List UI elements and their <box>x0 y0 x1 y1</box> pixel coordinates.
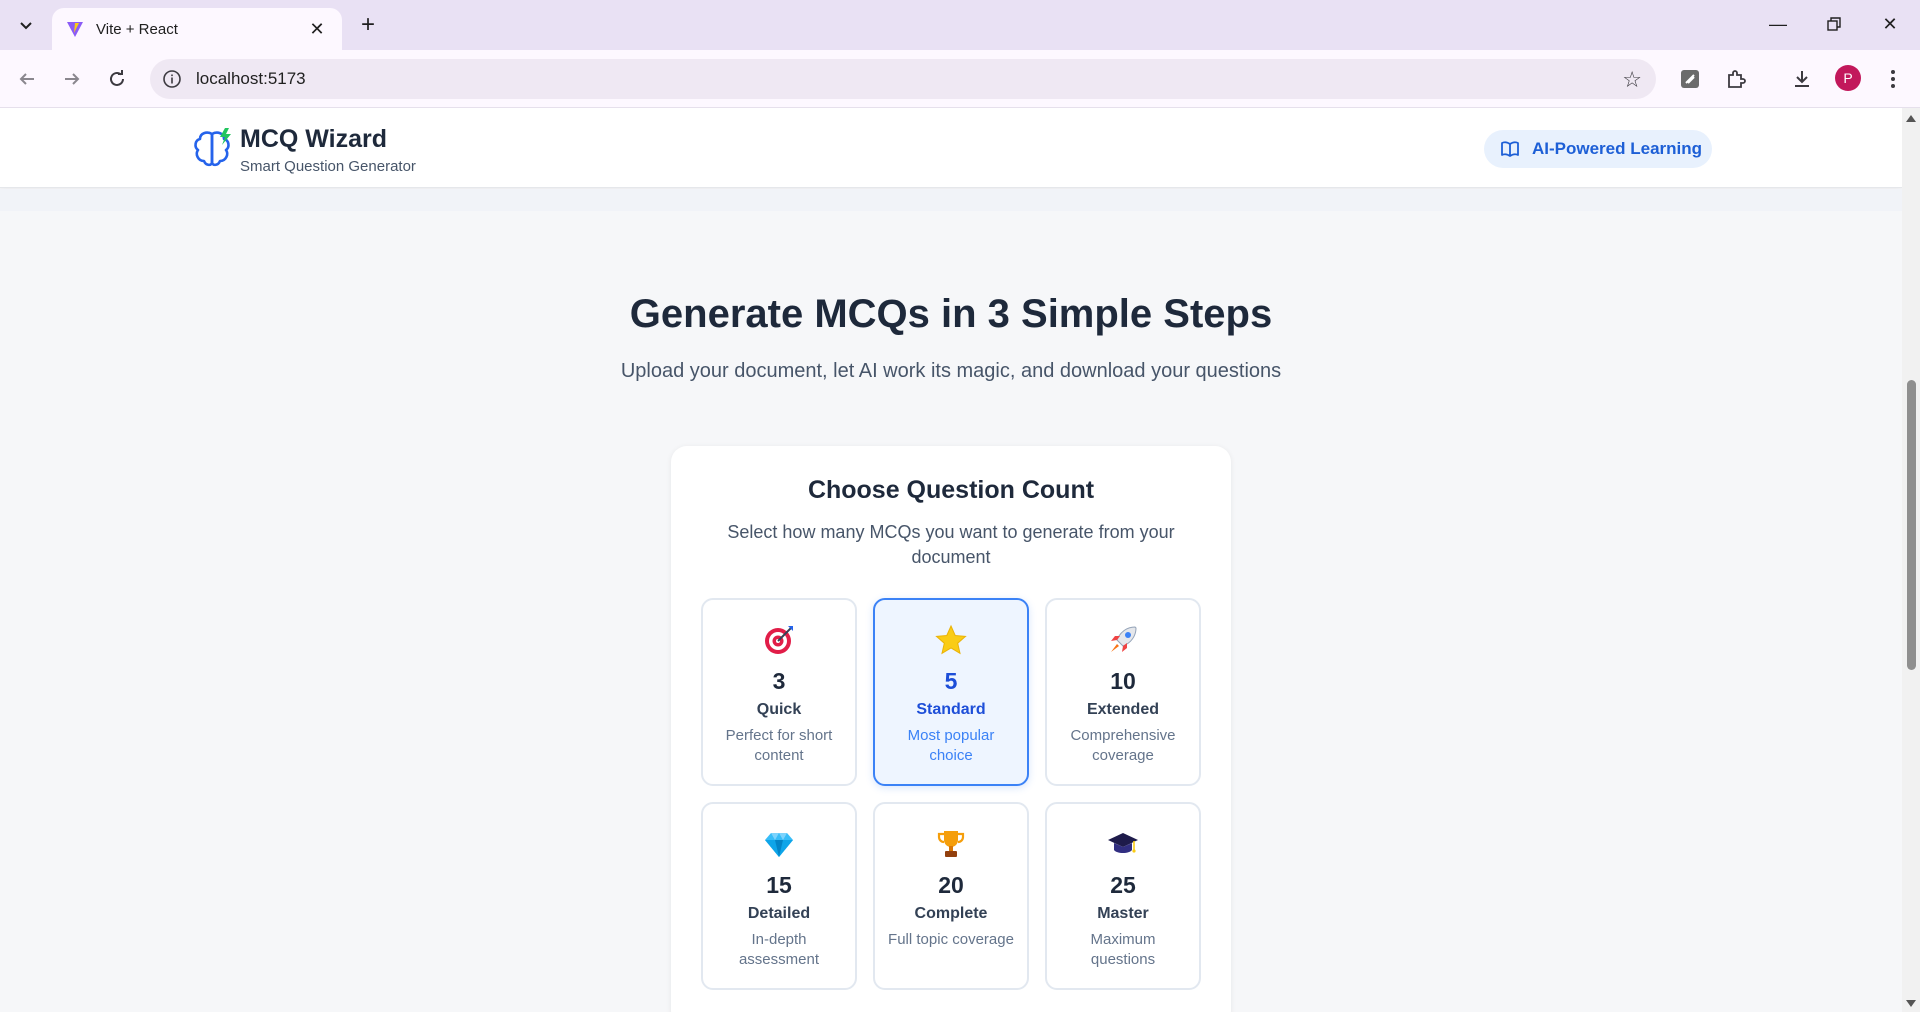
brain-logo-icon <box>194 128 231 167</box>
option-count: 5 <box>944 668 958 694</box>
graduation-cap-icon <box>1047 828 1199 862</box>
option-description: Most popular choice <box>907 727 995 764</box>
brand-title: MCQ Wizard <box>240 125 387 153</box>
star-icon <box>875 624 1027 658</box>
option-label: Quick <box>756 701 802 718</box>
option-description: Maximum questions <box>1090 931 1156 968</box>
target-icon <box>703 624 855 658</box>
option-complete[interactable]: 20 Complete Full topic coverage <box>873 802 1029 990</box>
option-description: Full topic coverage <box>888 931 1014 948</box>
restore-button[interactable] <box>1811 8 1857 40</box>
option-label: Extended <box>1086 701 1159 718</box>
option-count: 10 <box>1110 668 1136 694</box>
option-detailed[interactable]: 15 Detailed In-depth assessment <box>701 802 857 990</box>
ai-powered-badge: AI-Powered Learning <box>1484 130 1712 168</box>
profile-avatar[interactable]: P <box>1835 65 1861 91</box>
option-label: Master <box>1097 905 1149 922</box>
option-count: 25 <box>1110 872 1136 898</box>
option-description: In-depth assessment <box>738 931 820 968</box>
site-info-icon[interactable] <box>162 69 182 89</box>
option-extended[interactable]: 10 Extended Comprehensive coverage <box>1045 598 1201 786</box>
rocket-icon <box>1047 624 1199 658</box>
book-open-icon <box>1501 141 1519 157</box>
downloads-button[interactable] <box>1786 63 1818 95</box>
option-standard[interactable]: 5 Standard Most popular choice <box>873 598 1029 786</box>
reload-button[interactable] <box>100 62 134 96</box>
brand-subtitle: Smart Question Generator <box>240 158 416 175</box>
scroll-down-arrow[interactable] <box>1906 1000 1916 1007</box>
hero-title: Generate MCQs in 3 Simple Steps <box>629 292 1273 336</box>
arrow-right-icon <box>65 73 80 85</box>
bookmark-star-icon[interactable]: ☆ <box>1622 67 1642 93</box>
option-label: Complete <box>914 905 988 922</box>
extension-app-icon <box>1681 70 1699 88</box>
option-description: Comprehensive coverage <box>1070 727 1176 764</box>
question-count-card: Choose Question Count Select how many MC… <box>671 446 1231 1012</box>
option-label: Detailed <box>747 905 811 922</box>
extension-icon[interactable] <box>1674 63 1706 95</box>
extensions-button[interactable] <box>1720 63 1752 95</box>
address-bar[interactable]: localhost:5173 ☆ <box>150 59 1656 99</box>
trophy-icon <box>875 828 1027 862</box>
scroll-up-arrow[interactable] <box>1906 115 1916 122</box>
option-label: Standard <box>916 701 986 718</box>
gem-icon <box>703 828 855 862</box>
browser-toolbar: localhost:5173 ☆ <box>0 50 1920 108</box>
browser-tab-bar: Vite + React ✕ + — ✕ <box>0 0 1920 50</box>
download-icon <box>1795 71 1809 87</box>
chevron-down-icon <box>20 22 32 30</box>
option-master[interactable]: 25 Master Maximum questions <box>1045 802 1201 990</box>
option-quick[interactable]: 3 Quick Perfect for short content <box>701 598 857 786</box>
option-count: 20 <box>938 872 964 898</box>
restore-icon <box>1827 17 1841 31</box>
tab-search-button[interactable] <box>10 10 42 40</box>
url-text: localhost:5173 <box>196 69 306 88</box>
browser-menu-button[interactable] <box>1877 63 1909 95</box>
minimize-button[interactable]: — <box>1755 8 1801 40</box>
app-header: MCQ Wizard Smart Question Generator AI-P… <box>0 108 1902 188</box>
puzzle-icon <box>1728 70 1746 88</box>
option-description: Perfect for short content <box>725 727 833 764</box>
ai-powered-label: AI-Powered Learning <box>1532 139 1703 158</box>
tab-title: Vite + React <box>96 20 178 38</box>
option-count: 3 <box>772 668 786 694</box>
back-button[interactable] <box>10 62 44 96</box>
page-scrollbar[interactable] <box>1902 108 1920 1012</box>
card-description: Select how many MCQs you want to generat… <box>727 522 1175 567</box>
header-shadow-band <box>0 189 1902 211</box>
hero-subtitle: Upload your document, let AI work its ma… <box>620 360 1282 382</box>
close-tab-icon[interactable]: ✕ <box>306 19 328 40</box>
scroll-thumb[interactable] <box>1907 380 1916 670</box>
card-title: Choose Question Count <box>807 476 1095 504</box>
vite-icon <box>67 22 83 37</box>
arrow-left-icon <box>19 73 34 85</box>
new-tab-button[interactable]: + <box>352 10 384 40</box>
reload-icon <box>110 70 124 86</box>
page-viewport: MCQ Wizard Smart Question Generator AI-P… <box>0 108 1902 1012</box>
kebab-menu-icon <box>1891 70 1895 88</box>
option-count: 15 <box>766 872 792 898</box>
close-window-button[interactable]: ✕ <box>1867 8 1913 40</box>
browser-tab[interactable]: Vite + React ✕ <box>52 8 342 50</box>
forward-button[interactable] <box>55 62 89 96</box>
